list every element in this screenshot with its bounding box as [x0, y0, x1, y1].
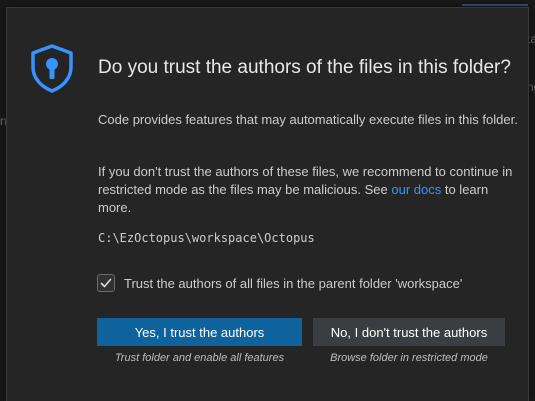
- folder-path: C:\EzOctopus\workspace\Octopus: [98, 231, 315, 245]
- background-tab-indicator: [462, 4, 528, 6]
- our-docs-link[interactable]: our docs: [391, 182, 441, 197]
- trust-button[interactable]: Yes, I trust the authors: [97, 318, 302, 346]
- shield-keyhole-icon: [31, 44, 73, 93]
- checkmark-icon: [100, 278, 112, 288]
- dialog-description: Code provides features that may automati…: [98, 112, 518, 127]
- dialog-title: Do you trust the authors of the files in…: [98, 57, 511, 78]
- dont-trust-button[interactable]: No, I don't trust the authors: [313, 318, 505, 346]
- trust-parent-checkbox[interactable]: [97, 274, 115, 292]
- dont-trust-button-hint: Browse folder in restricted mode: [330, 352, 488, 364]
- trust-button-hint: Trust folder and enable all features: [114, 352, 285, 364]
- workspace-trust-dialog: Do you trust the authors of the files in…: [6, 7, 529, 401]
- dialog-warning: If you don't trust the authors of these …: [98, 163, 518, 217]
- trust-parent-label[interactable]: Trust the authors of all files in the pa…: [124, 276, 462, 291]
